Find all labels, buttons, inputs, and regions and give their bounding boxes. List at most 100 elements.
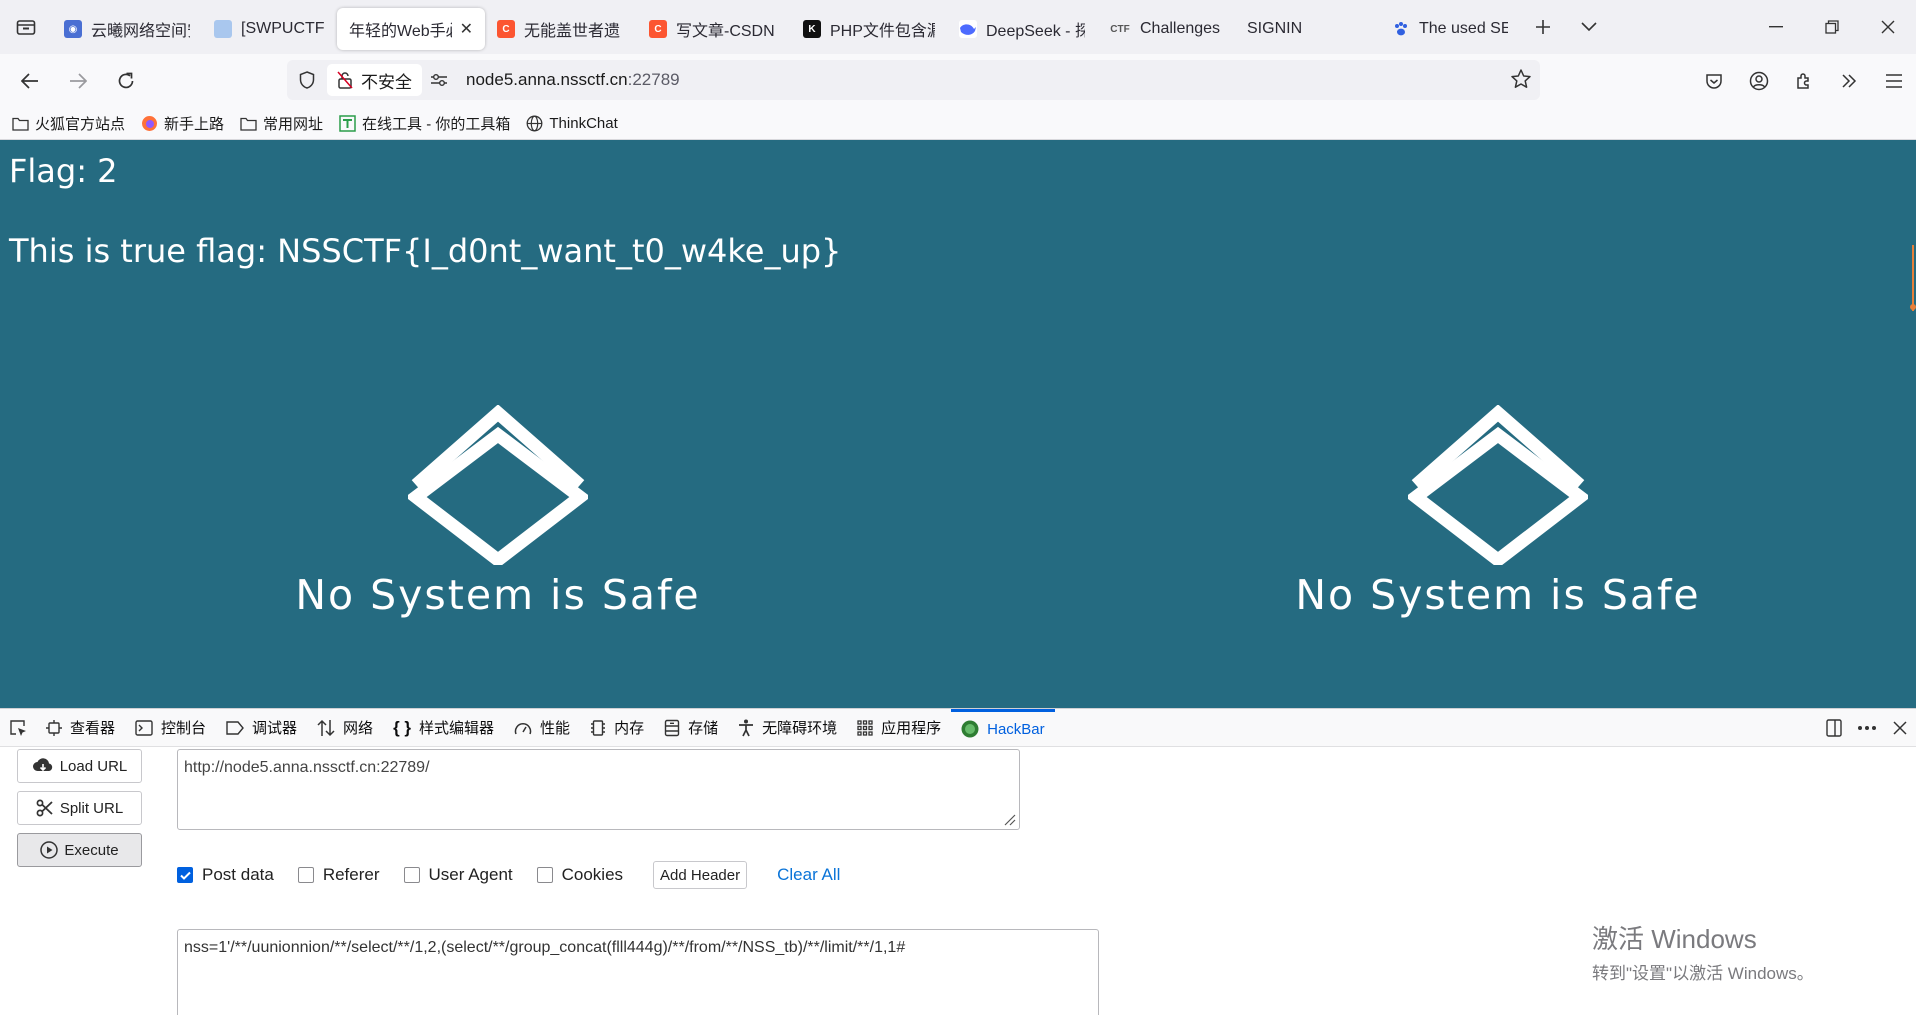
tab-csdn-write[interactable]: C 写文章-CSDN (637, 8, 791, 50)
tab-deepseek[interactable]: DeepSeek - 探 (947, 8, 1097, 50)
tab-label: Challenges - C (1140, 20, 1223, 37)
account-button[interactable] (1736, 54, 1781, 108)
back-button[interactable] (8, 61, 52, 101)
hackbar-icon (961, 720, 979, 738)
scroll-indicator[interactable] (1910, 245, 1916, 311)
tab-debugger[interactable]: 调试器 (216, 709, 307, 747)
load-url-button[interactable]: Load URL (17, 749, 142, 783)
tab-console[interactable]: 控制台 (125, 709, 216, 747)
bookmark-thinkchat[interactable]: ThinkChat (526, 115, 618, 132)
tool-icon (339, 115, 356, 132)
add-header-button[interactable]: Add Header (653, 861, 748, 889)
tagline: No System is Safe (295, 571, 701, 619)
checkbox[interactable] (297, 867, 314, 883)
tab-wuneng[interactable]: C 无能盖世者遗 (485, 8, 637, 50)
dock-toggle-button[interactable] (1817, 709, 1850, 747)
tab-php-include[interactable]: K PHP文件包含漏 (791, 8, 947, 50)
execute-button[interactable]: Execute (17, 833, 142, 867)
tab-signin[interactable]: SIGNIN (1235, 8, 1380, 50)
tab-challenges[interactable]: CTF Challenges - C (1097, 8, 1235, 50)
tab-inspector[interactable]: 查看器 (36, 709, 125, 747)
bookmark-label: 新手上路 (164, 116, 225, 133)
close-icon (1892, 721, 1907, 735)
tab-label: 写文章-CSDN (676, 23, 775, 40)
restore-icon (1825, 20, 1839, 34)
checkbox[interactable] (403, 867, 420, 883)
checkbox-checked[interactable] (177, 867, 193, 883)
forward-button[interactable] (56, 61, 100, 101)
bookmark-getting-started[interactable]: 新手上路 (141, 113, 224, 134)
tab-used-select[interactable]: The used SELE (1380, 8, 1520, 50)
devtools-menu-button[interactable] (1850, 709, 1883, 747)
tracking-protection-button[interactable] (287, 71, 327, 89)
url-textarea[interactable]: http://node5.anna.nssctf.cn:22789/ (177, 749, 1020, 830)
globe-icon: ◉ (64, 20, 82, 38)
option-user-agent[interactable]: User Agent (403, 865, 513, 885)
bookmark-common-sites[interactable]: 常用网址 (240, 113, 323, 134)
option-cookies[interactable]: Cookies (536, 865, 623, 885)
pocket-button[interactable] (1691, 54, 1736, 108)
tab-application[interactable]: 应用程序 (847, 709, 951, 747)
true-flag-text: This is true flag: NSSCTF{I_d0nt_want_t0… (9, 232, 842, 270)
option-post-data[interactable]: Post data (177, 865, 274, 885)
url-text[interactable]: node5.anna.nssctf.cn:22789 (466, 70, 680, 90)
clear-all-link[interactable]: Clear All (777, 865, 840, 885)
list-all-tabs-button[interactable] (1566, 0, 1612, 54)
tab-network[interactable]: 网络 (307, 709, 383, 747)
windows-activation-watermark: 激活 Windows 转到"设置"以激活 Windows。 (1592, 919, 1814, 984)
tab-memory[interactable]: 内存 (580, 709, 654, 747)
minimize-button[interactable] (1748, 0, 1804, 54)
tab-web-active[interactable]: 年轻的Web手必 ✕ (337, 8, 485, 50)
tab-swpuctf[interactable]: [SWPUCTF 20 (202, 8, 337, 50)
option-referer[interactable]: Referer (297, 865, 380, 885)
console-icon (135, 719, 153, 736)
flag-text: Flag: 2 (9, 152, 118, 190)
toolbar-right (1691, 54, 1916, 108)
more-tools-button[interactable] (1826, 54, 1871, 108)
tab-style-editor[interactable]: { } 样式编辑器 (383, 709, 504, 747)
tab-performance[interactable]: 性能 (504, 709, 580, 747)
tab-accessibility[interactable]: 无障碍环境 (728, 709, 847, 747)
url-bar[interactable]: 不安全 node5.anna.nssctf.cn:22789 (287, 60, 1540, 100)
bookmark-online-tools[interactable]: 在线工具 - 你的工具箱 (339, 113, 510, 134)
close-icon (1881, 20, 1895, 34)
application-icon (857, 719, 873, 736)
devtools-tab-label: 网络 (343, 720, 374, 737)
checkbox[interactable] (536, 867, 553, 883)
app-menu-button[interactable] (1871, 54, 1916, 108)
tab-list-button[interactable] (0, 0, 52, 54)
tab-yunxi[interactable]: ◉ 云曦网络空间安 (52, 8, 202, 50)
devtools-toolbar: 查看器 控制台 调试器 网络 { } 样式编辑器 性能 内存 存储 无障碍环境 … (0, 708, 1916, 747)
arrow-right-icon (70, 73, 87, 89)
reload-button[interactable] (104, 61, 148, 101)
new-tab-button[interactable] (1520, 0, 1566, 54)
unlocked-lock-icon (337, 71, 353, 89)
post-data-textarea[interactable]: nss=1'/**/uunionnion/**/select/**/1,2,(s… (177, 929, 1099, 1015)
scissors-icon (36, 799, 53, 817)
tagline: No System is Safe (1295, 571, 1701, 619)
folder-icon (12, 117, 29, 131)
split-url-button[interactable]: Split URL (17, 791, 142, 825)
permissions-button[interactable] (422, 73, 456, 87)
devtools-close-button[interactable] (1883, 709, 1916, 747)
tab-label: DeepSeek - 探 (986, 23, 1085, 40)
button-label: Split URL (59, 799, 124, 817)
tab-hackbar[interactable]: HackBar (951, 708, 1055, 747)
resize-grip-icon[interactable] (1002, 812, 1016, 826)
close-window-button[interactable] (1860, 0, 1916, 54)
connection-not-secure-button[interactable]: 不安全 (327, 64, 422, 96)
bookmark-star-button[interactable] (1510, 68, 1532, 95)
tab-storage[interactable]: 存储 (654, 709, 728, 747)
performance-icon (514, 722, 532, 734)
star-icon (1511, 69, 1531, 88)
logo-left: No System is Safe (288, 405, 708, 619)
accessibility-icon (739, 719, 754, 736)
folder-icon (240, 117, 257, 131)
element-picker-button[interactable] (0, 709, 36, 747)
play-circle-icon (40, 841, 59, 859)
extensions-button[interactable] (1781, 54, 1826, 108)
bookmark-firefox-official[interactable]: 火狐官方站点 (12, 113, 125, 134)
tabs: ◉ 云曦网络空间安 [SWPUCTF 20 年轻的Web手必 ✕ C 无能盖世者… (52, 0, 1520, 54)
close-icon[interactable]: ✕ (460, 19, 473, 39)
restore-button[interactable] (1804, 0, 1860, 54)
